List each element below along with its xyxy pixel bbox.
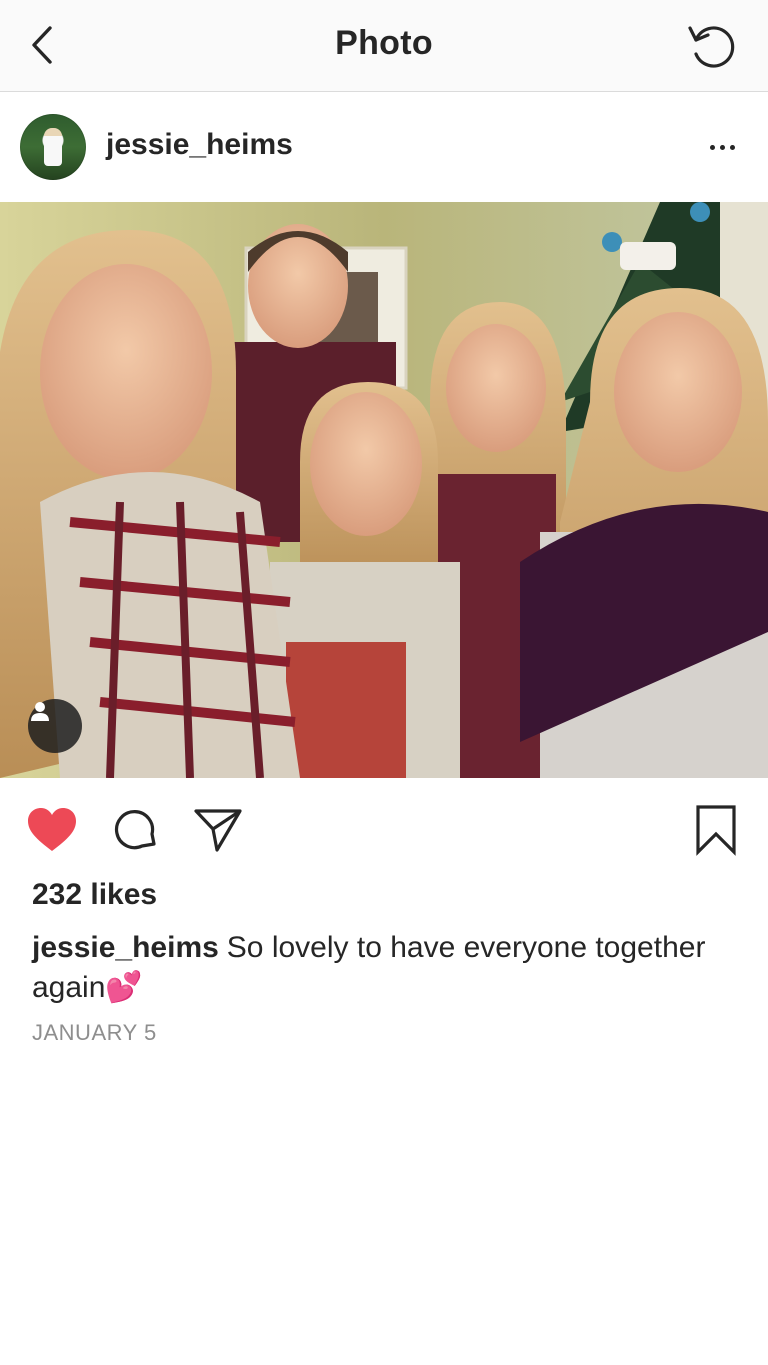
caption-username[interactable]: jessie_heims — [32, 931, 219, 964]
share-button[interactable] — [190, 802, 246, 858]
page-title: Photo — [335, 24, 433, 62]
heart-filled-icon — [28, 808, 76, 851]
post-username[interactable]: jessie_heims — [106, 128, 293, 162]
avatar-photo — [44, 128, 62, 166]
top-navigation-bar: Photo — [0, 0, 768, 92]
post-photo[interactable] — [0, 202, 768, 778]
refresh-button[interactable] — [684, 18, 740, 74]
user-tag-icon — [31, 702, 49, 721]
send-icon — [194, 809, 242, 852]
more-horizontal-icon — [709, 144, 715, 150]
post-actions — [0, 790, 768, 870]
save-button[interactable] — [688, 802, 744, 858]
post-caption: jessie_heims So lovely to have everyone t… — [32, 928, 732, 1008]
like-button[interactable] — [24, 802, 80, 858]
avatar[interactable] — [20, 114, 86, 180]
likes-count[interactable]: 232 likes — [32, 878, 157, 912]
post-date: JANUARY 5 — [32, 1020, 157, 1045]
photo-illustration — [0, 202, 768, 778]
comment-button[interactable] — [108, 802, 164, 858]
tagged-users-button[interactable] — [28, 699, 82, 753]
comment-icon — [114, 810, 156, 850]
bookmark-icon — [696, 805, 736, 856]
more-options-button[interactable] — [702, 132, 742, 162]
refresh-icon — [688, 26, 735, 68]
post-header: jessie_heims — [0, 92, 768, 202]
